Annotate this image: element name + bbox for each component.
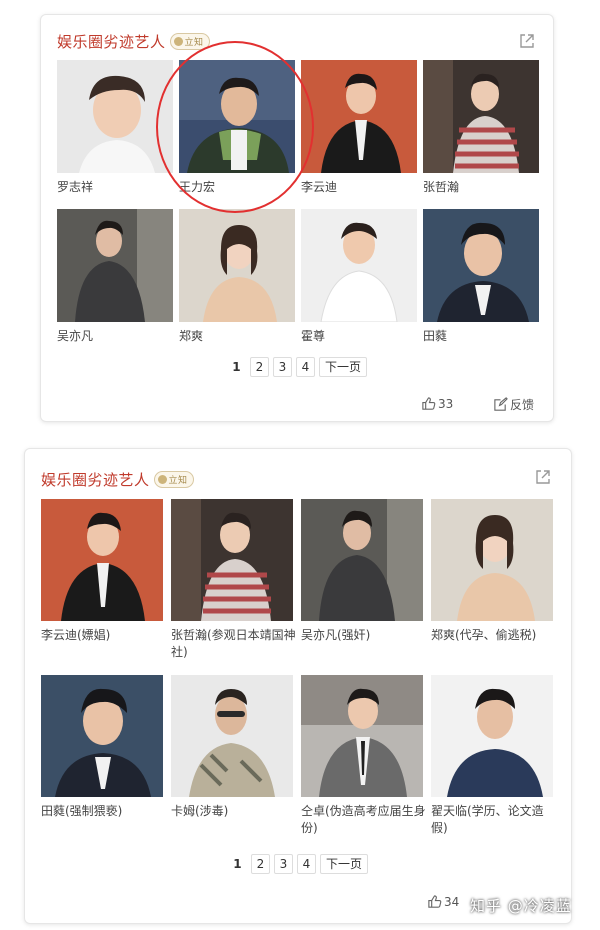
red-highlight-circle	[156, 41, 314, 213]
artist-item[interactable]: 李云迪(嫖娼)	[41, 499, 163, 669]
artist-item[interactable]: 仝卓(伪造高考应届生身份)	[301, 675, 426, 845]
artist-item[interactable]: 霍尊	[301, 209, 417, 355]
artist-photo[interactable]	[423, 60, 539, 173]
next-page-button[interactable]: 下一页	[319, 854, 368, 874]
like-button[interactable]: 34	[427, 894, 459, 909]
like-count: 34	[444, 895, 460, 909]
artist-name[interactable]: 卡姆(涉毒)	[171, 803, 297, 820]
artist-name[interactable]: 翟天临(学历、论文造假)	[431, 803, 557, 837]
artist-name[interactable]: 田蕤	[423, 328, 539, 345]
artist-name[interactable]: 郑爽(代孕、偷逃税)	[431, 627, 557, 644]
card-title[interactable]: 娱乐圈劣迹艺人 立知	[57, 31, 210, 52]
page-button-1[interactable]: 1	[226, 357, 246, 377]
badge-icon	[157, 475, 167, 484]
page-button-2[interactable]: 2	[249, 357, 269, 377]
artist-item[interactable]: 田蕤	[423, 209, 539, 355]
artist-photo[interactable]	[171, 499, 293, 621]
zhihu-watermark: 知乎 @冷凌蓝	[470, 897, 572, 915]
artist-item[interactable]: 郑爽	[179, 209, 295, 355]
page-button-3[interactable]: 3	[273, 854, 293, 874]
lizhi-badge: 立知	[153, 471, 194, 488]
pagination: 1 2 3 4 下一页	[41, 357, 553, 377]
share-icon[interactable]	[535, 469, 551, 485]
artist-photo[interactable]	[423, 209, 539, 322]
badge-icon	[173, 37, 183, 46]
artist-photo[interactable]	[431, 675, 553, 797]
feedback-icon	[494, 397, 508, 411]
page-button-2[interactable]: 2	[250, 854, 270, 874]
artist-name[interactable]: 李云迪	[301, 179, 417, 196]
card-title[interactable]: 娱乐圈劣迹艺人 立知	[41, 469, 194, 490]
artist-photo[interactable]	[41, 675, 163, 797]
artist-item[interactable]: 张哲瀚(参观日本靖国神社)	[171, 499, 296, 669]
artist-photo[interactable]	[41, 499, 163, 621]
badge-label: 立知	[184, 38, 204, 48]
artist-item[interactable]: 田蕤(强制猥亵)	[41, 675, 163, 845]
artist-item[interactable]: 卡姆(涉毒)	[171, 675, 293, 845]
thumb-up-icon	[428, 895, 442, 908]
artist-item[interactable]: 翟天临(学历、论文造假)	[431, 675, 553, 845]
like-button[interactable]: 33	[421, 396, 453, 411]
artist-name[interactable]: 罗志祥	[57, 179, 173, 196]
feedback-label: 反馈	[510, 398, 535, 412]
artist-photo[interactable]	[171, 675, 293, 797]
feedback-button[interactable]: 反馈	[493, 396, 534, 413]
card-title-text[interactable]: 娱乐圈劣迹艺人	[41, 471, 150, 489]
artist-name[interactable]: 郑爽	[179, 328, 295, 345]
artist-item[interactable]: 吴亦凡	[57, 209, 173, 355]
page-button-1[interactable]: 1	[227, 854, 247, 874]
next-page-button[interactable]: 下一页	[318, 357, 367, 377]
artist-item[interactable]: 张哲瀚	[423, 60, 539, 206]
artist-photo[interactable]	[301, 209, 417, 322]
artist-photo[interactable]	[57, 209, 173, 322]
share-icon[interactable]	[519, 33, 535, 49]
entity-card-bottom: 娱乐圈劣迹艺人 立知 李云迪(嫖娼) 张哲瀚(参观日本靖国神社) 吴亦凡(强奸)	[24, 448, 572, 924]
like-count: 33	[438, 397, 454, 411]
page-button-3[interactable]: 3	[272, 357, 292, 377]
artist-name[interactable]: 吴亦凡(强奸)	[301, 627, 427, 644]
page-button-4[interactable]: 4	[295, 357, 315, 377]
artist-name[interactable]: 仝卓(伪造高考应届生身份)	[301, 803, 427, 837]
artist-photo[interactable]	[431, 499, 553, 621]
pagination: 1 2 3 4 下一页	[25, 854, 571, 874]
artist-name[interactable]: 李云迪(嫖娼)	[41, 627, 167, 644]
artist-name[interactable]: 张哲瀚	[423, 179, 539, 196]
artist-name[interactable]: 吴亦凡	[57, 328, 173, 345]
artist-item[interactable]: 李云迪	[301, 60, 417, 206]
artist-name[interactable]: 霍尊	[301, 328, 417, 345]
artist-photo[interactable]	[179, 209, 295, 322]
artist-name[interactable]: 田蕤(强制猥亵)	[41, 803, 167, 820]
thumb-up-icon	[422, 397, 436, 410]
artist-item[interactable]: 郑爽(代孕、偷逃税)	[431, 499, 553, 669]
artist-name[interactable]: 张哲瀚(参观日本靖国神社)	[171, 627, 297, 661]
artist-item[interactable]: 吴亦凡(强奸)	[301, 499, 423, 669]
artist-photo[interactable]	[301, 675, 423, 797]
badge-label: 立知	[168, 476, 188, 486]
artist-photo[interactable]	[301, 499, 423, 621]
artist-photo[interactable]	[301, 60, 417, 173]
card-title-text[interactable]: 娱乐圈劣迹艺人	[57, 33, 166, 51]
page-button-4[interactable]: 4	[296, 854, 316, 874]
